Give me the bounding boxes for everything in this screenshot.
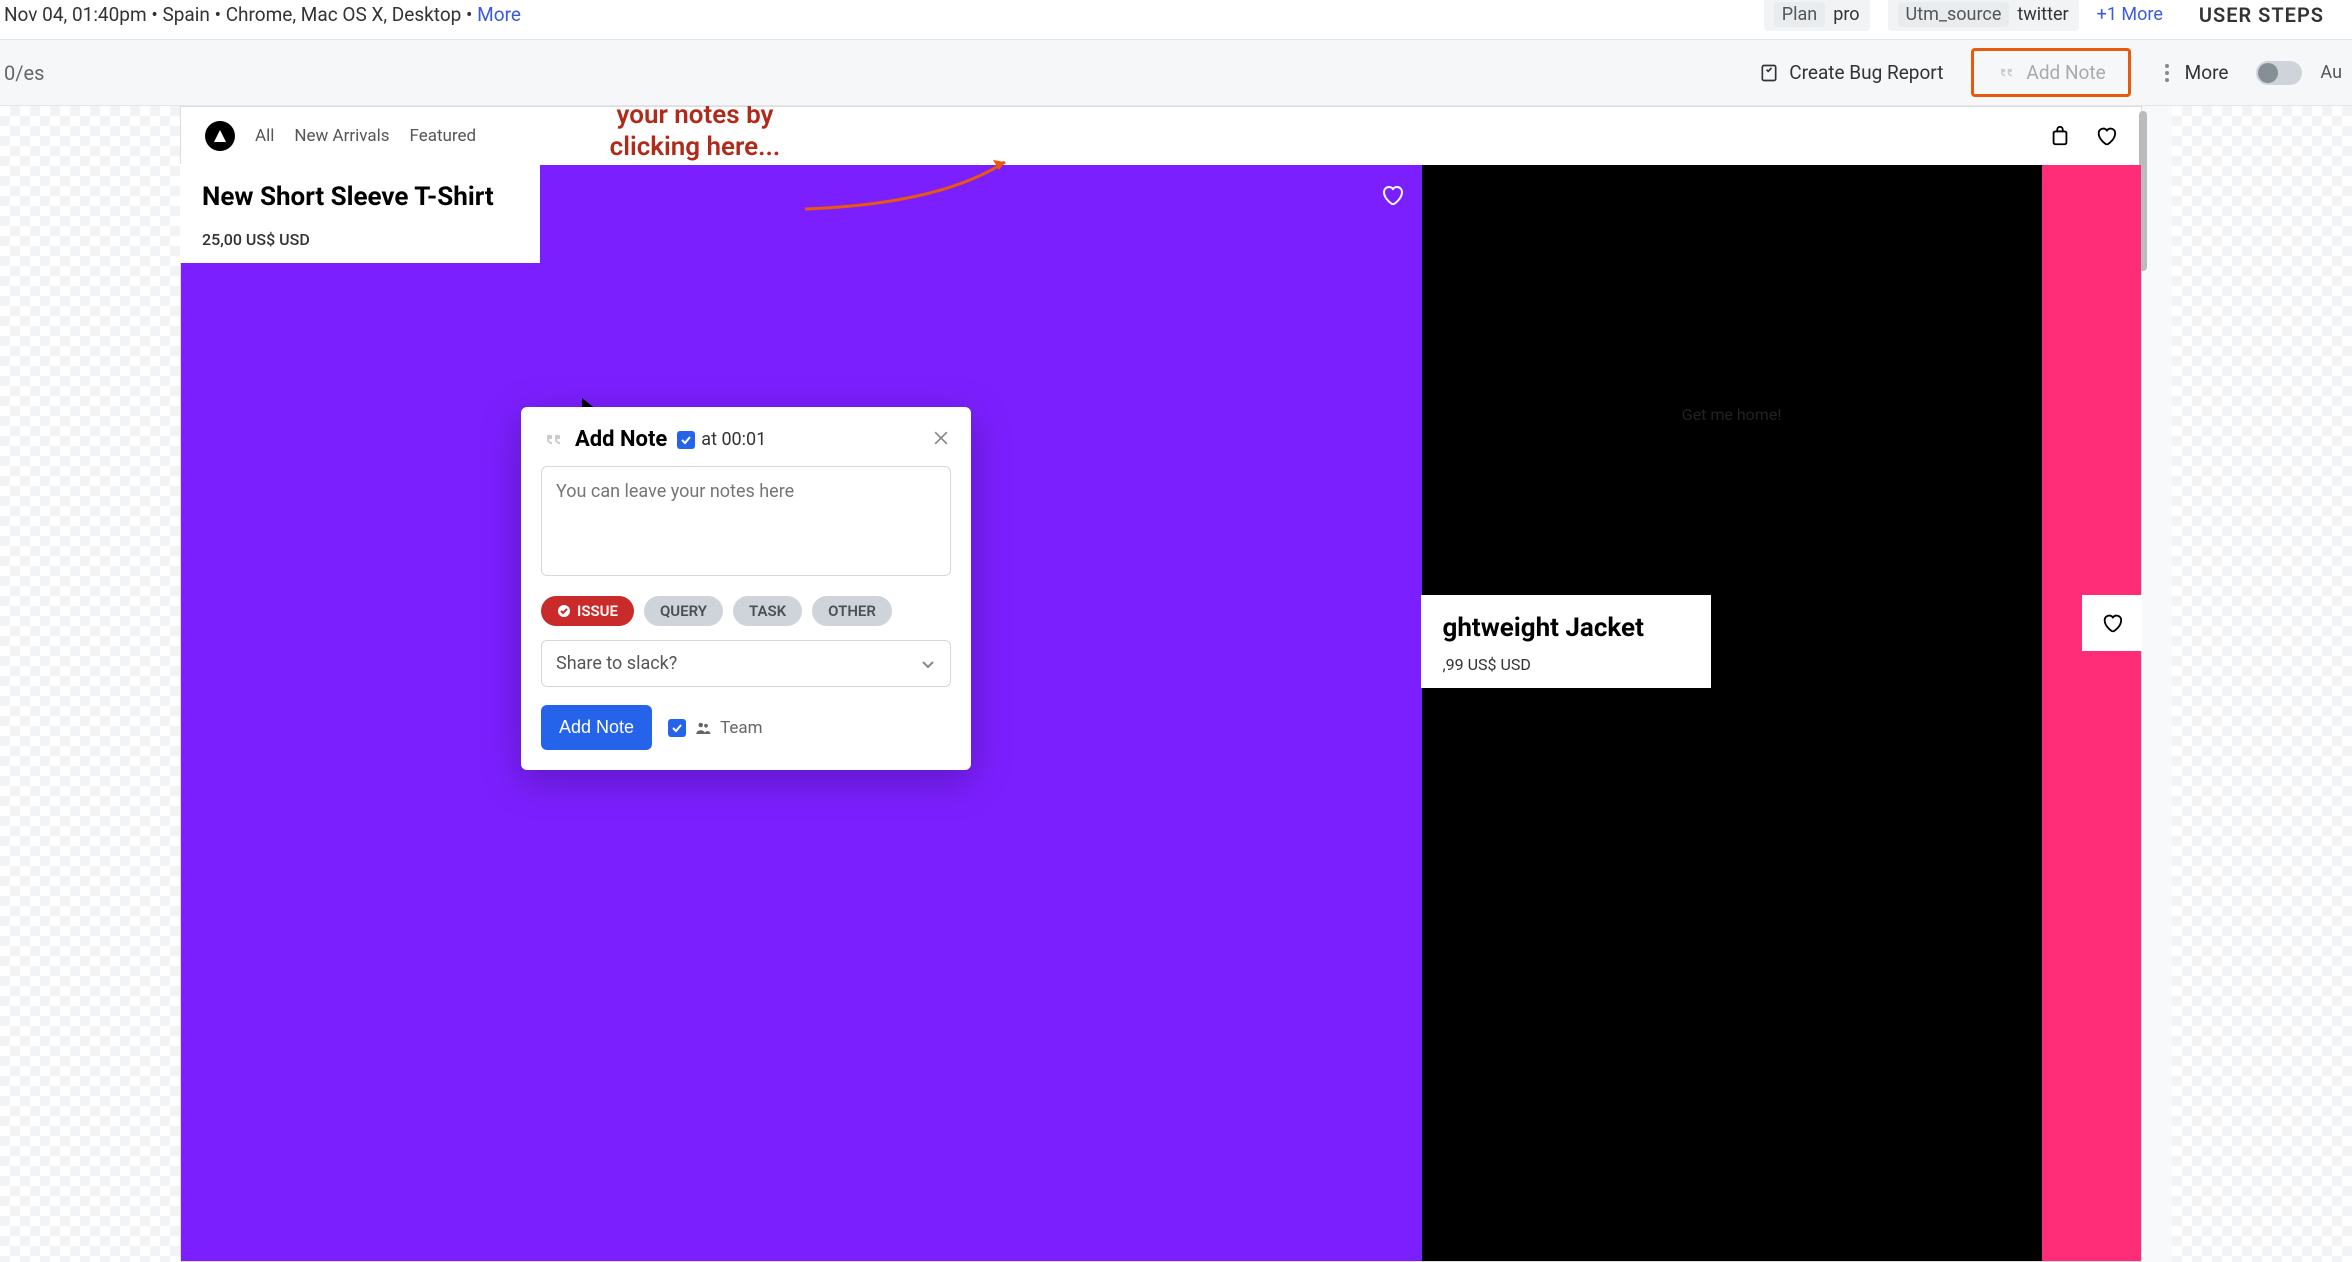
replay-canvas: You can add your notes by clicking here.… xyxy=(0,106,2352,1262)
action-bar: 0/es Create Bug Report Add Note More Au xyxy=(0,40,2352,106)
annotation-arrow xyxy=(800,154,1020,218)
autoplay-label: Au xyxy=(2320,62,2342,83)
product-price: 25,00 US$ USD xyxy=(202,230,518,249)
bag-icon[interactable] xyxy=(2049,125,2071,147)
session-meta-text: Nov 04, 01:40pm • Spain • Chrome, Mac OS… xyxy=(4,3,477,26)
canvas-gutter-right xyxy=(2172,106,2352,1262)
create-bug-button[interactable]: Create Bug Report xyxy=(1749,55,1953,90)
canvas-gutter-left xyxy=(0,106,180,1262)
product-grid: New Short Sleeve T-Shirt 25,00 US$ USD G… xyxy=(181,165,2141,1261)
add-note-highlighted: Add Note xyxy=(1971,48,2130,97)
share-slack-select[interactable]: Share to slack? xyxy=(541,640,951,687)
chip-task[interactable]: TASK xyxy=(733,596,802,626)
more-menu-button[interactable]: More xyxy=(2149,52,2239,94)
heart-icon[interactable] xyxy=(2095,125,2117,147)
heart-icon xyxy=(1380,183,1404,207)
wishlist-button[interactable] xyxy=(2082,595,2142,651)
team-icon xyxy=(694,719,712,737)
chip-other[interactable]: OTHER xyxy=(812,596,892,626)
product-label: ghtweight Jacket ,99 US$ USD xyxy=(1421,595,1711,688)
store-logo[interactable] xyxy=(205,121,235,151)
close-modal-button[interactable] xyxy=(931,428,951,452)
team-checkbox[interactable]: Team xyxy=(668,718,763,738)
callout-line: clicking here... xyxy=(555,131,835,164)
submit-note-button[interactable]: Add Note xyxy=(541,705,652,750)
tag-key: Utm_source xyxy=(1898,2,2010,27)
more-label: More xyxy=(2185,61,2229,84)
chip-label: OTHER xyxy=(828,602,876,620)
add-note-modal: Add Note at 00:01 ISSUE QUERY TASK OTHER xyxy=(521,407,971,770)
user-steps-heading: USER STEPS xyxy=(2181,3,2342,27)
note-textarea[interactable] xyxy=(541,466,951,576)
meta-bar: Nov 04, 01:40pm • Spain • Chrome, Mac OS… xyxy=(0,0,2352,40)
chip-issue[interactable]: ISSUE xyxy=(541,596,634,626)
timestamp-checkbox[interactable]: at 00:01 xyxy=(677,429,766,450)
quote-icon xyxy=(1996,63,2016,83)
meta-more-link[interactable]: More xyxy=(477,3,521,26)
placeholder-text: Get me home! xyxy=(1422,405,2042,424)
product-price: ,99 US$ USD xyxy=(1443,655,1689,674)
callout-line: your notes by xyxy=(555,106,835,131)
nav-link-featured[interactable]: Featured xyxy=(410,126,477,146)
quote-icon xyxy=(541,428,565,452)
submit-label: Add Note xyxy=(559,717,634,737)
store-logo-icon xyxy=(212,128,228,144)
note-category-chips: ISSUE QUERY TASK OTHER xyxy=(541,596,951,626)
chip-label: ISSUE xyxy=(577,602,618,620)
url-path: 0/es xyxy=(4,61,44,85)
wishlist-button[interactable] xyxy=(1380,183,1404,211)
tag-val: twitter xyxy=(2017,4,2068,25)
add-note-label: Add Note xyxy=(2026,61,2105,84)
tag-plan[interactable]: Plan pro xyxy=(1764,0,1870,31)
session-viewport: All New Arrivals Featured New Short Slee… xyxy=(180,106,2142,1262)
heart-icon xyxy=(2101,612,2123,634)
autoplay-toggle[interactable] xyxy=(2256,61,2302,85)
bug-report-icon xyxy=(1759,63,1779,83)
chevron-down-icon xyxy=(920,656,936,672)
nav-link-new[interactable]: New Arrivals xyxy=(294,126,389,146)
modal-title: Add Note xyxy=(575,427,667,452)
tag-val: pro xyxy=(1833,4,1859,25)
store-header: All New Arrivals Featured xyxy=(181,107,2141,165)
product-title: New Short Sleeve T-Shirt xyxy=(202,182,518,212)
product-title: ghtweight Jacket xyxy=(1443,613,1689,643)
session-meta: Nov 04, 01:40pm • Spain • Chrome, Mac OS… xyxy=(0,3,521,26)
chip-label: TASK xyxy=(749,602,786,620)
tag-key: Plan xyxy=(1774,2,1825,27)
tag-utm[interactable]: Utm_source twitter xyxy=(1888,0,2079,31)
kebab-icon xyxy=(2159,58,2175,88)
team-label: Team xyxy=(720,718,763,738)
create-bug-label: Create Bug Report xyxy=(1789,61,1943,84)
chip-query[interactable]: QUERY xyxy=(644,596,723,626)
meta-right: Plan pro Utm_source twitter +1 More USER… xyxy=(1764,0,2342,31)
timestamp-label: at 00:01 xyxy=(701,429,766,450)
add-note-button[interactable]: Add Note xyxy=(1986,55,2115,90)
select-label: Share to slack? xyxy=(556,653,677,674)
nav-link-all[interactable]: All xyxy=(255,126,274,146)
checkbox-icon xyxy=(668,719,686,737)
product-card-pink[interactable] xyxy=(2042,165,2141,1261)
check-circle-icon xyxy=(557,604,571,618)
checkbox-icon xyxy=(677,431,695,449)
annotation-callout: You can add your notes by clicking here.… xyxy=(555,106,835,164)
tags-more[interactable]: +1 More xyxy=(2097,4,2163,25)
chip-label: QUERY xyxy=(660,602,707,620)
product-card-black[interactable]: Get me home! ghtweight Jacket ,99 US$ US… xyxy=(1422,165,2042,1261)
product-label: New Short Sleeve T-Shirt 25,00 US$ USD xyxy=(180,164,540,263)
close-icon xyxy=(931,428,951,448)
